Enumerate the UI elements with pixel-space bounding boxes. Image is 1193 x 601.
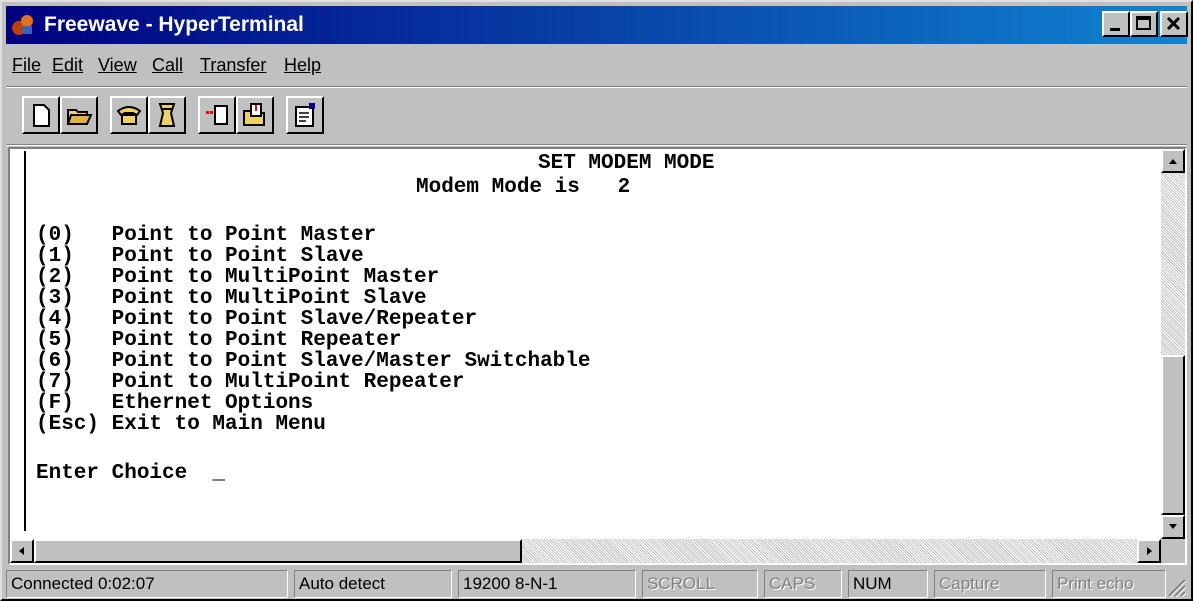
horizontal-scrollbar[interactable]: [10, 539, 1161, 563]
horizontal-scroll-thumb[interactable]: [34, 539, 522, 563]
title-bar[interactable]: Freewave - HyperTerminal: [6, 6, 1188, 44]
status-scroll: SCROLL: [642, 570, 758, 598]
modem-mode-line: Modem Mode is 2: [416, 176, 631, 199]
hyperterminal-window: Freewave - HyperTerminal File Edit View …: [0, 0, 1193, 601]
status-settings: 19200 8-N-1: [458, 570, 636, 598]
enter-choice-prompt: Enter Choice _: [36, 462, 226, 485]
scroll-down-button[interactable]: [1161, 515, 1185, 539]
option-1: (1) Point to Point Slave: [36, 245, 364, 268]
status-print-echo: Print echo: [1052, 570, 1166, 598]
menu-bar: File Edit View Call Transfer Help: [6, 48, 1187, 84]
status-caps: CAPS: [764, 570, 842, 598]
left-arrow-icon: [19, 547, 24, 555]
screen-heading: SET MODEM MODE: [538, 152, 715, 175]
option-esc: (Esc) Exit to Main Menu: [36, 413, 326, 436]
option-6: (6) Point to Point Slave/Master Switchab…: [36, 350, 591, 373]
connect-button[interactable]: [110, 96, 148, 134]
maximize-icon: [1136, 16, 1151, 30]
terminal-screen[interactable]: SET MODEM MODE Modem Mode is 2 (0) Point…: [24, 151, 1151, 531]
menu-help[interactable]: Help: [284, 54, 321, 76]
properties-button[interactable]: [286, 96, 324, 134]
option-3: (3) Point to MultiPoint Slave: [36, 287, 427, 310]
status-bar: Connected 0:02:07 Auto detect 19200 8-N-…: [6, 568, 1187, 598]
scroll-left-button[interactable]: [10, 539, 34, 563]
send-icon: [206, 105, 228, 125]
toolbar: [6, 88, 1187, 142]
disconnect-button[interactable]: [148, 96, 186, 134]
status-num: NUM: [848, 570, 928, 598]
menu-file[interactable]: File: [12, 54, 41, 76]
window-title: Freewave - HyperTerminal: [44, 13, 304, 36]
option-0: (0) Point to Point Master: [36, 224, 377, 247]
disconnect-icon: [158, 103, 176, 127]
properties-icon: [295, 103, 315, 127]
hyperterminal-icon: [12, 15, 33, 35]
receive-icon: [243, 103, 265, 126]
option-4: (4) Point to Point Slave/Repeater: [36, 308, 478, 331]
status-connected: Connected 0:02:07: [6, 570, 288, 598]
menu-view[interactable]: View: [98, 54, 137, 76]
right-arrow-icon: [1147, 547, 1152, 555]
vertical-scrollbar[interactable]: [1161, 149, 1185, 539]
new-button[interactable]: [22, 96, 60, 134]
scroll-up-button[interactable]: [1161, 149, 1185, 173]
open-button[interactable]: [60, 96, 98, 134]
menu-call[interactable]: Call: [152, 54, 183, 76]
open-icon: [66, 109, 93, 125]
down-arrow-icon: [1169, 524, 1177, 529]
send-button[interactable]: [198, 96, 236, 134]
option-7: (7) Point to MultiPoint Repeater: [36, 371, 465, 394]
terminal-frame: SET MODEM MODE Modem Mode is 2 (0) Point…: [8, 147, 1187, 565]
scrollbar-corner: [1161, 539, 1185, 563]
close-button[interactable]: [1160, 11, 1188, 37]
menu-transfer[interactable]: Transfer: [200, 54, 266, 76]
resize-grip-icon[interactable]: [1165, 576, 1187, 598]
vertical-scroll-thumb[interactable]: [1161, 355, 1185, 515]
minimize-icon: [1110, 28, 1120, 31]
up-arrow-icon: [1169, 159, 1177, 164]
option-5: (5) Point to Point Repeater: [36, 329, 402, 352]
option-2: (2) Point to MultiPoint Master: [36, 266, 440, 289]
status-capture: Capture: [934, 570, 1046, 598]
minimize-button[interactable]: [1102, 11, 1130, 37]
maximize-button[interactable]: [1130, 11, 1158, 37]
menu-edit[interactable]: Edit: [52, 54, 83, 76]
option-f: (F) Ethernet Options: [36, 392, 314, 415]
scroll-right-button[interactable]: [1137, 539, 1161, 563]
toolbar-separator: [6, 144, 1187, 146]
close-icon: [1166, 16, 1181, 31]
connect-icon: [116, 106, 142, 125]
new-icon: [33, 104, 50, 127]
receive-button[interactable]: [236, 96, 274, 134]
status-detect: Auto detect: [294, 570, 452, 598]
